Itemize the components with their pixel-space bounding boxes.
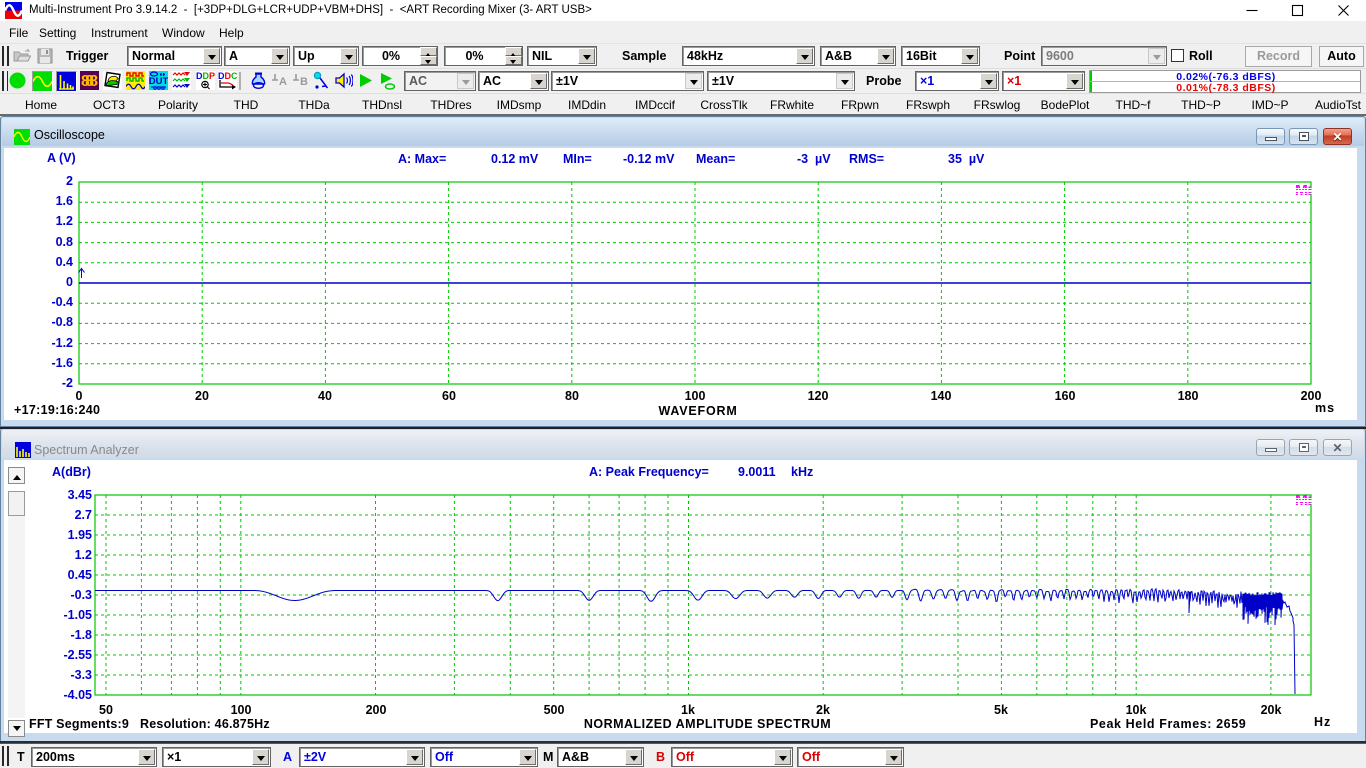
svg-text:C: C bbox=[231, 71, 237, 81]
svg-text:888: 888 bbox=[81, 73, 98, 90]
svg-text:B: B bbox=[300, 76, 308, 88]
svg-text:DUT: DUT bbox=[149, 76, 168, 87]
svg-text:A: A bbox=[279, 76, 287, 88]
svg-text:P: P bbox=[209, 71, 215, 81]
